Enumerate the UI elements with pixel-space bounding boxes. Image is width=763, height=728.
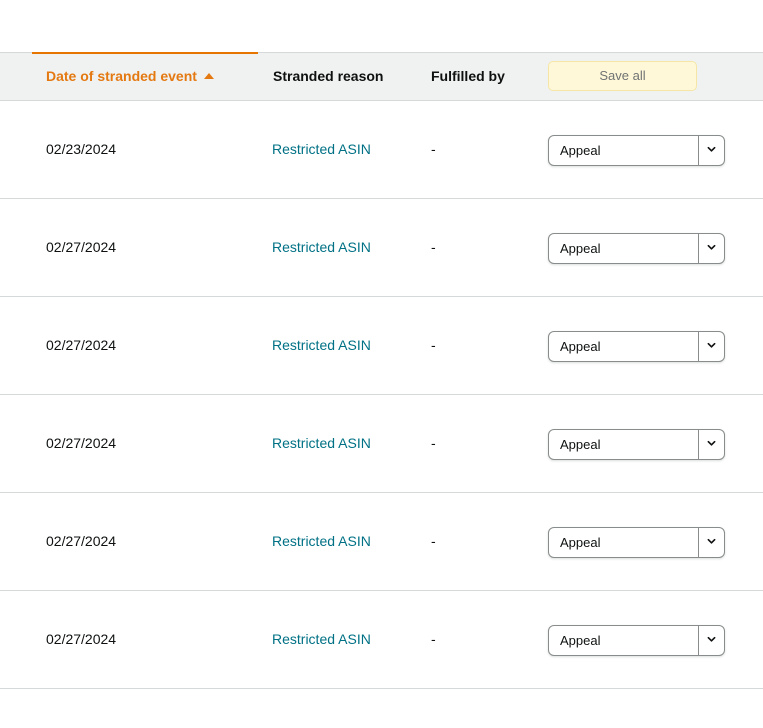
cell-fulfilled-by: -: [431, 239, 436, 255]
action-select[interactable]: Appeal: [548, 135, 725, 166]
cell-date: 02/27/2024: [46, 239, 117, 255]
action-select-value: Appeal: [560, 437, 601, 452]
cell-fulfilled-by: -: [431, 337, 436, 353]
action-select[interactable]: Appeal: [548, 233, 725, 264]
table-row: 02/23/2024 Restricted ASIN - Appeal: [0, 101, 763, 199]
column-header-fulfilled-by: Fulfilled by: [431, 68, 505, 84]
column-header-date[interactable]: Date of stranded event: [46, 53, 214, 100]
stranded-reason-link[interactable]: Restricted ASIN: [272, 395, 371, 492]
action-select-toggle[interactable]: [698, 234, 724, 263]
save-all-button[interactable]: Save all: [548, 61, 697, 91]
chevron-down-icon: [707, 146, 716, 152]
cell-date: 02/23/2024: [46, 141, 117, 157]
stranded-reason-link[interactable]: Restricted ASIN: [272, 101, 371, 198]
chevron-down-icon: [707, 538, 716, 544]
action-select-value: Appeal: [560, 339, 601, 354]
cell-fulfilled-by: -: [431, 631, 436, 647]
action-select-value: Appeal: [560, 143, 601, 158]
action-select[interactable]: Appeal: [548, 625, 725, 656]
stranded-inventory-page: Date of stranded event Stranded reason F…: [0, 0, 763, 728]
action-select-value: Appeal: [560, 633, 601, 648]
cell-date: 02/27/2024: [46, 533, 117, 549]
table-row: 02/27/2024 Restricted ASIN - Appeal: [0, 493, 763, 591]
column-header-date-label: Date of stranded event: [46, 68, 197, 84]
stranded-reason-link[interactable]: Restricted ASIN: [272, 591, 371, 688]
column-header-reason: Stranded reason: [273, 68, 384, 84]
table-header: Date of stranded event Stranded reason F…: [0, 52, 763, 101]
cell-fulfilled-by: -: [431, 141, 436, 157]
action-select[interactable]: Appeal: [548, 331, 725, 362]
chevron-down-icon: [707, 342, 716, 348]
action-select[interactable]: Appeal: [548, 429, 725, 460]
stranded-reason-link[interactable]: Restricted ASIN: [272, 199, 371, 296]
action-select-toggle[interactable]: [698, 528, 724, 557]
action-select-toggle[interactable]: [698, 332, 724, 361]
cell-fulfilled-by: -: [431, 533, 436, 549]
chevron-down-icon: [707, 440, 716, 446]
chevron-down-icon: [707, 244, 716, 250]
cell-date: 02/27/2024: [46, 631, 117, 647]
table-row: 02/27/2024 Restricted ASIN - Appeal: [0, 591, 763, 689]
stranded-reason-link[interactable]: Restricted ASIN: [272, 493, 371, 590]
stranded-reason-link[interactable]: Restricted ASIN: [272, 297, 371, 394]
cell-date: 02/27/2024: [46, 337, 117, 353]
action-select-toggle[interactable]: [698, 136, 724, 165]
cell-fulfilled-by: -: [431, 435, 436, 451]
table-row: 02/27/2024 Restricted ASIN - Appeal: [0, 199, 763, 297]
action-select-value: Appeal: [560, 535, 601, 550]
caret-up-icon: [203, 73, 214, 79]
chevron-down-icon: [707, 636, 716, 642]
stranded-inventory-table: Date of stranded event Stranded reason F…: [0, 52, 763, 689]
action-select-value: Appeal: [560, 241, 601, 256]
action-select-toggle[interactable]: [698, 430, 724, 459]
cell-date: 02/27/2024: [46, 435, 117, 451]
action-select[interactable]: Appeal: [548, 527, 725, 558]
table-row: 02/27/2024 Restricted ASIN - Appeal: [0, 395, 763, 493]
table-row: 02/27/2024 Restricted ASIN - Appeal: [0, 297, 763, 395]
action-select-toggle[interactable]: [698, 626, 724, 655]
